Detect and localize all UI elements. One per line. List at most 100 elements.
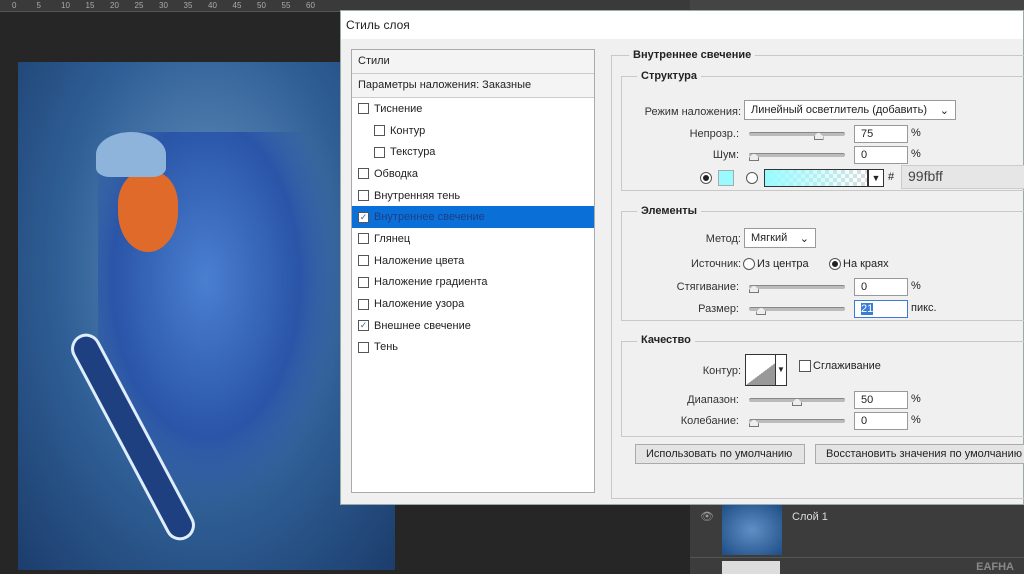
style-item[interactable]: Наложение цвета [352,250,594,272]
style-checkbox[interactable] [358,298,369,310]
noise-slider[interactable] [749,153,845,161]
style-item[interactable]: ✓ Внешнее свечение [352,315,594,337]
style-label: Текстура [390,146,436,159]
range-slider[interactable] [749,398,845,406]
choke-slider[interactable] [749,285,845,293]
blend-mode-label: Режим наложения: [644,106,741,118]
style-checkbox[interactable]: ✓ [358,211,369,223]
document-canvas[interactable] [18,62,395,570]
antialias-label[interactable]: Сглаживание [813,360,881,372]
layer-divider [690,557,1024,558]
ruler-tick: 5 [36,1,41,10]
style-checkbox[interactable] [358,255,369,267]
ruler-tick: 25 [134,1,144,10]
percent-label: % [911,127,921,139]
source-label: Источник: [690,258,741,270]
range-input[interactable]: 50 [854,391,908,409]
jitter-input[interactable]: 0 [854,412,908,430]
style-item[interactable]: Наложение узора [352,293,594,315]
percent-label: % [911,414,921,426]
opacity-input[interactable]: 75 [854,125,908,143]
contour-label: Контур: [702,365,741,377]
opacity-slider[interactable] [749,132,845,140]
style-item[interactable]: Тиснение [352,98,594,120]
layer-thumbnail-2[interactable] [722,561,780,574]
style-item[interactable]: Наложение градиента [352,272,594,294]
style-checkbox[interactable] [358,341,369,353]
style-label: Тиснение [374,102,423,115]
choke-slider-thumb[interactable] [749,285,759,293]
jitter-slider-thumb[interactable] [749,419,759,427]
jitter-slider[interactable] [749,419,845,427]
gradient-picker[interactable] [764,169,868,187]
style-checkbox[interactable] [374,125,385,137]
styles-header[interactable]: Стили [352,50,594,74]
style-item[interactable]: Текстура [352,141,594,163]
style-label: Внутренняя тень [374,189,461,202]
color-swatch[interactable] [718,170,734,186]
source-center-label[interactable]: Из центра [757,258,809,270]
ruler-tick: 55 [281,1,291,10]
noise-label: Шум: [712,149,739,161]
gradient-dropdown-icon[interactable]: ▼ [868,169,884,187]
style-checkbox[interactable] [358,276,369,288]
style-item[interactable]: Тень [352,337,594,359]
size-input[interactable]: 21 [854,300,908,318]
style-checkbox[interactable]: ✓ [358,320,369,332]
style-label: Внутреннее свечение [374,211,485,224]
style-checkbox[interactable] [358,233,369,245]
solid-color-radio[interactable] [700,172,712,184]
noise-slider-thumb[interactable] [749,153,759,161]
structure-title: Структура [637,70,701,82]
source-edge-label[interactable]: На краях [843,258,889,270]
opacity-slider-thumb[interactable] [813,132,824,140]
styles-list: Стили Параметры наложения: Заказные Тисн… [351,49,595,493]
ruler-tick: 60 [306,1,315,10]
style-item[interactable]: Глянец [352,228,594,250]
method-select[interactable]: Мягкий ⌄ [744,228,816,248]
dialog-title: Стиль слоя [341,11,1023,39]
hex-color-input[interactable]: 99fbff [901,165,1024,189]
jitter-label: Колебание: [680,415,739,427]
size-value: 21 [861,303,874,315]
style-item[interactable]: Внутренняя тень [352,185,594,207]
ruler-tick: 45 [232,1,242,10]
gradient-radio[interactable] [746,172,758,184]
choke-input[interactable]: 0 [854,278,908,296]
style-checkbox[interactable] [358,103,369,115]
layer-name[interactable]: Слой 1 [792,511,828,523]
hash-label: # [888,171,895,183]
style-item[interactable]: Обводка [352,163,594,185]
visibility-eye-icon[interactable]: 👁 [700,510,714,523]
antialias-checkbox[interactable] [799,360,811,372]
range-slider-thumb[interactable] [792,398,802,406]
ruler-tick: 30 [159,1,168,10]
ruler-tick: 10 [61,1,70,10]
style-item[interactable]: Контур [352,120,594,142]
choke-label: Стягивание: [676,281,739,293]
horizontal-ruler: 0 5 10 15 20 25 30 35 40 45 50 55 60 [0,0,345,12]
layers-panel: 👁 Слой 1 EAFHA [690,505,1024,574]
size-slider-thumb[interactable] [756,307,767,315]
style-checkbox[interactable] [358,168,369,180]
reset-default-button[interactable]: Восстановить значения по умолчанию [815,444,1024,464]
make-default-button[interactable]: Использовать по умолчанию [635,444,805,464]
style-item[interactable]: ✓ Внутреннее свечение [352,206,594,229]
blend-mode-select[interactable]: Линейный осветлитель (добавить) ⌄ [744,100,956,120]
chevron-down-icon: ⌄ [939,105,949,117]
source-edge-radio[interactable] [829,258,841,270]
style-checkbox[interactable] [358,190,369,202]
blend-mode-value: Линейный осветлитель (добавить) [751,104,927,116]
size-unit: пикс. [911,302,937,314]
contour-dropdown-icon[interactable]: ▼ [775,354,787,386]
size-slider[interactable] [749,307,845,315]
ruler-tick: 35 [183,1,193,10]
source-center-radio[interactable] [743,258,755,270]
blending-options[interactable]: Параметры наложения: Заказные [352,74,594,98]
style-checkbox[interactable] [374,146,385,158]
percent-label: % [911,393,921,405]
layer-thumbnail[interactable] [722,505,782,555]
method-value: Мягкий [751,232,788,244]
style-label: Наложение цвета [374,254,465,267]
noise-input[interactable]: 0 [854,146,908,164]
